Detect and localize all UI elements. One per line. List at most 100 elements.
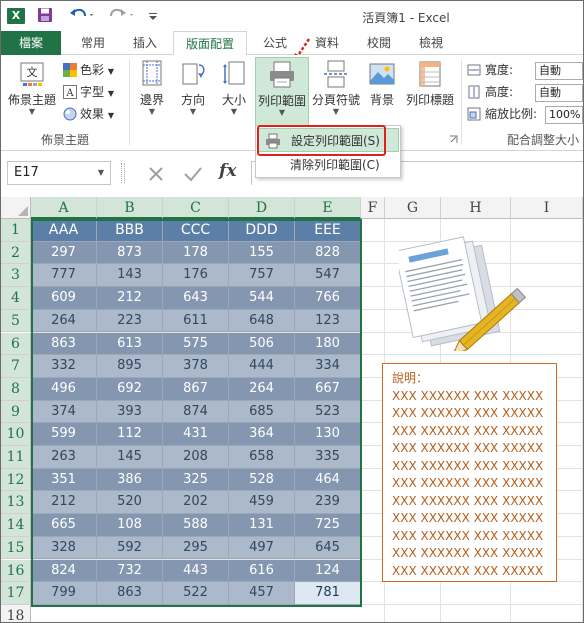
tab-page-layout[interactable]: 版面配置 — [173, 31, 247, 56]
data-cell[interactable]: 297 — [31, 241, 97, 265]
data-cell[interactable]: 497 — [229, 536, 295, 560]
select-all-corner[interactable] — [1, 197, 31, 219]
data-cell[interactable]: 155 — [229, 241, 295, 265]
row-header-9[interactable]: 9 — [1, 400, 31, 424]
row-header-6[interactable]: 6 — [1, 332, 31, 356]
enter-icon[interactable] — [183, 165, 203, 183]
excel-logo-icon[interactable]: X — [7, 8, 25, 24]
data-cell[interactable]: 334 — [295, 355, 361, 378]
data-cell[interactable]: 757 — [229, 264, 295, 288]
row-header-8[interactable]: 8 — [1, 377, 31, 401]
row-header-18[interactable]: 18 — [1, 604, 31, 622]
data-cell[interactable]: 616 — [229, 559, 295, 583]
data-cell[interactable]: 766 — [295, 287, 361, 310]
data-cell[interactable]: 325 — [163, 468, 229, 492]
data-cell[interactable]: 239 — [295, 491, 361, 515]
orientation-button[interactable]: 方向 ▼ — [175, 59, 211, 129]
data-cell[interactable]: 123 — [295, 309, 361, 333]
data-cell[interactable]: 378 — [163, 355, 229, 378]
data-cell[interactable]: 335 — [295, 446, 361, 469]
data-cell[interactable]: 874 — [163, 400, 229, 424]
data-cell[interactable]: 732 — [97, 559, 163, 583]
row-header-1[interactable]: 1 — [1, 219, 31, 242]
data-cell[interactable]: 431 — [163, 423, 229, 446]
fonts-button[interactable]: A 字型 ▼ — [63, 83, 114, 101]
data-cell[interactable]: 208 — [163, 446, 229, 469]
data-cell[interactable]: 547 — [295, 264, 361, 288]
data-cell[interactable]: 528 — [229, 468, 295, 492]
data-cell[interactable]: 824 — [31, 559, 97, 583]
data-cell[interactable]: 212 — [97, 287, 163, 310]
data-cell[interactable]: 544 — [229, 287, 295, 310]
data-cell[interactable]: 180 — [295, 332, 361, 356]
data-cell[interactable]: 665 — [31, 514, 97, 537]
splitter-handle[interactable] — [121, 163, 125, 183]
data-cell[interactable]: 667 — [295, 377, 361, 401]
data-cell[interactable]: 609 — [31, 287, 97, 310]
row-header-15[interactable]: 15 — [1, 536, 31, 560]
tab-view[interactable]: 檢視 — [409, 31, 453, 55]
data-cell[interactable]: 599 — [31, 423, 97, 446]
data-cell[interactable]: 108 — [97, 514, 163, 537]
row-header-11[interactable]: 11 — [1, 446, 31, 469]
data-cell[interactable]: 685 — [229, 400, 295, 424]
data-cell[interactable]: 658 — [229, 446, 295, 469]
data-cell[interactable]: 895 — [97, 355, 163, 378]
note-textbox[interactable]: 說明： XXX XXXXXX XXX XXXXX XXX XXXXXX XXX X… — [382, 363, 557, 582]
data-cell[interactable]: 364 — [229, 423, 295, 446]
row-header-17[interactable]: 17 — [1, 582, 31, 605]
row-header-16[interactable]: 16 — [1, 559, 31, 583]
data-cell[interactable]: 374 — [31, 400, 97, 424]
print-area-button[interactable]: 列印範圍 ▼ — [255, 57, 309, 129]
data-cell[interactable]: 351 — [31, 468, 97, 492]
data-cell[interactable]: 143 — [97, 264, 163, 288]
dialog-launcher-icon[interactable] — [449, 135, 458, 144]
data-cell[interactable]: 124 — [295, 559, 361, 583]
scale-spinner[interactable]: 100% — [545, 106, 583, 124]
colors-button[interactable]: 色彩 ▼ — [63, 61, 114, 79]
data-cell[interactable]: 863 — [97, 582, 163, 605]
header-cell[interactable]: AAA — [31, 219, 97, 242]
data-cell[interactable]: 725 — [295, 514, 361, 537]
data-cell[interactable]: 263 — [31, 446, 97, 469]
data-cell[interactable]: 176 — [163, 264, 229, 288]
effects-button[interactable]: 效果 ▼ — [63, 105, 114, 123]
data-cell[interactable]: 523 — [295, 400, 361, 424]
data-cell[interactable]: 112 — [97, 423, 163, 446]
data-cell[interactable]: 520 — [97, 491, 163, 515]
data-cell[interactable]: 867 — [163, 377, 229, 401]
data-cell[interactable]: 575 — [163, 332, 229, 356]
data-cell[interactable]: 873 — [97, 241, 163, 265]
header-cell[interactable]: DDD — [229, 219, 295, 242]
themes-button[interactable]: 文 佈景主題 ▼ — [7, 59, 57, 129]
data-cell[interactable]: 202 — [163, 491, 229, 515]
insert-function-icon[interactable]: fx — [219, 161, 236, 181]
column-header-i[interactable]: I — [511, 197, 583, 219]
header-cell[interactable]: CCC — [163, 219, 229, 242]
data-cell[interactable]: 145 — [97, 446, 163, 469]
tab-review[interactable]: 校閱 — [357, 31, 401, 55]
data-cell[interactable]: 496 — [31, 377, 97, 401]
column-header-d[interactable]: D — [229, 197, 295, 219]
column-header-e[interactable]: E — [295, 197, 361, 219]
tab-file[interactable]: 檔案 — [1, 31, 61, 55]
print-titles-button[interactable]: 列印標題 — [403, 59, 457, 129]
data-cell[interactable]: 295 — [163, 536, 229, 560]
data-cell[interactable]: 692 — [97, 377, 163, 401]
name-box[interactable]: E17 ▼ — [7, 161, 111, 185]
data-cell[interactable]: 464 — [295, 468, 361, 492]
data-cell[interactable]: 588 — [163, 514, 229, 537]
data-cell[interactable]: 212 — [31, 491, 97, 515]
data-cell[interactable]: 648 — [229, 309, 295, 333]
data-cell[interactable]: 131 — [229, 514, 295, 537]
data-cell[interactable]: 506 — [229, 332, 295, 356]
width-select[interactable]: 自動 — [535, 62, 583, 80]
size-button[interactable]: 大小 ▼ — [217, 59, 251, 129]
data-cell[interactable]: 643 — [163, 287, 229, 310]
breaks-button[interactable]: 分頁符號 ▼ — [311, 59, 361, 129]
row-header-12[interactable]: 12 — [1, 468, 31, 492]
redo-icon[interactable] — [107, 7, 137, 25]
data-cell[interactable]: 332 — [31, 355, 97, 378]
row-header-3[interactable]: 3 — [1, 264, 31, 288]
column-header-b[interactable]: B — [97, 197, 163, 219]
